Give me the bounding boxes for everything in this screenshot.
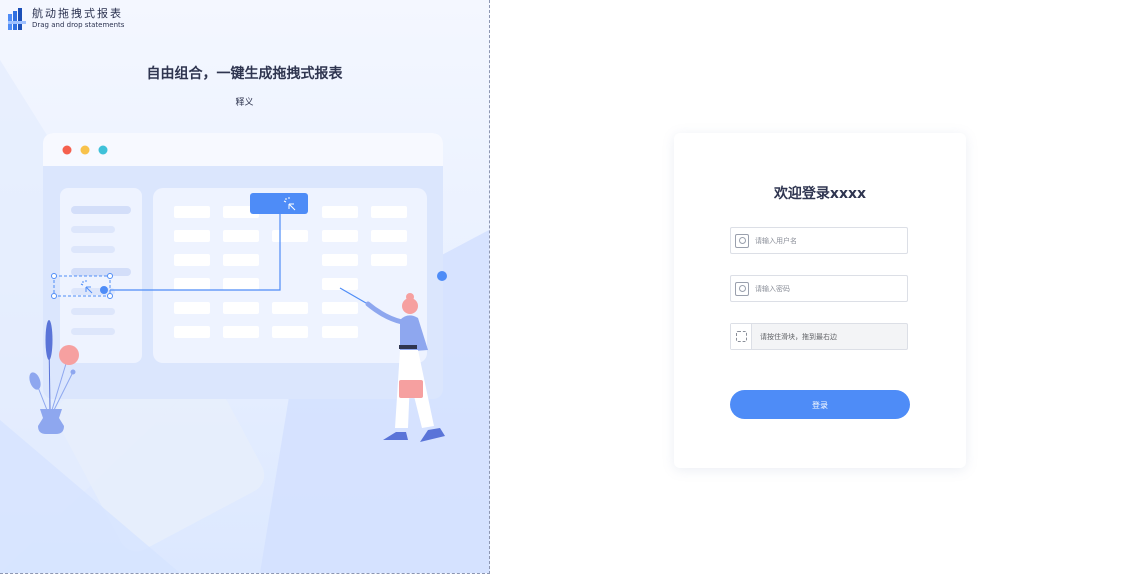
slider-captcha[interactable]: 请按住滑块，拖到最右边 [730, 323, 908, 350]
slider-hint: 请按住滑块，拖到最右边 [760, 333, 837, 341]
hero-illustration [0, 60, 489, 573]
brand-name-cn: 航动拖拽式报表 [32, 7, 123, 20]
hero-subline: 释义 [235, 98, 254, 108]
login-page: 航动拖拽式报表 Drag and drop statements 自由组合，一键… [0, 0, 1147, 575]
bar-logo-icon [8, 8, 26, 30]
lock-icon [735, 281, 749, 296]
password-field[interactable] [730, 275, 908, 302]
hero-headline: 自由组合，一键生成拖拽式报表 [146, 66, 343, 82]
user-icon [735, 233, 749, 248]
username-field[interactable] [730, 227, 908, 254]
password-input[interactable] [755, 284, 895, 293]
drag-handle-icon [735, 331, 747, 342]
brand: 航动拖拽式报表 Drag and drop statements [8, 8, 124, 30]
login-button[interactable]: 登录 [730, 390, 910, 419]
login-title: 欢迎登录xxxx [773, 186, 867, 202]
username-input[interactable] [755, 236, 895, 245]
login-card: 欢迎登录xxxx 请按住滑块，拖到最右边 登录 [674, 133, 966, 468]
browser-window-graphic [43, 133, 443, 399]
login-panel: 欢迎登录xxxx 请按住滑块，拖到最右边 登录 [490, 0, 1147, 575]
hero-panel: 航动拖拽式报表 Drag and drop statements 自由组合，一键… [0, 0, 490, 574]
slider-handle[interactable] [731, 324, 752, 349]
brand-name-en: Drag and drop statements [32, 21, 125, 29]
